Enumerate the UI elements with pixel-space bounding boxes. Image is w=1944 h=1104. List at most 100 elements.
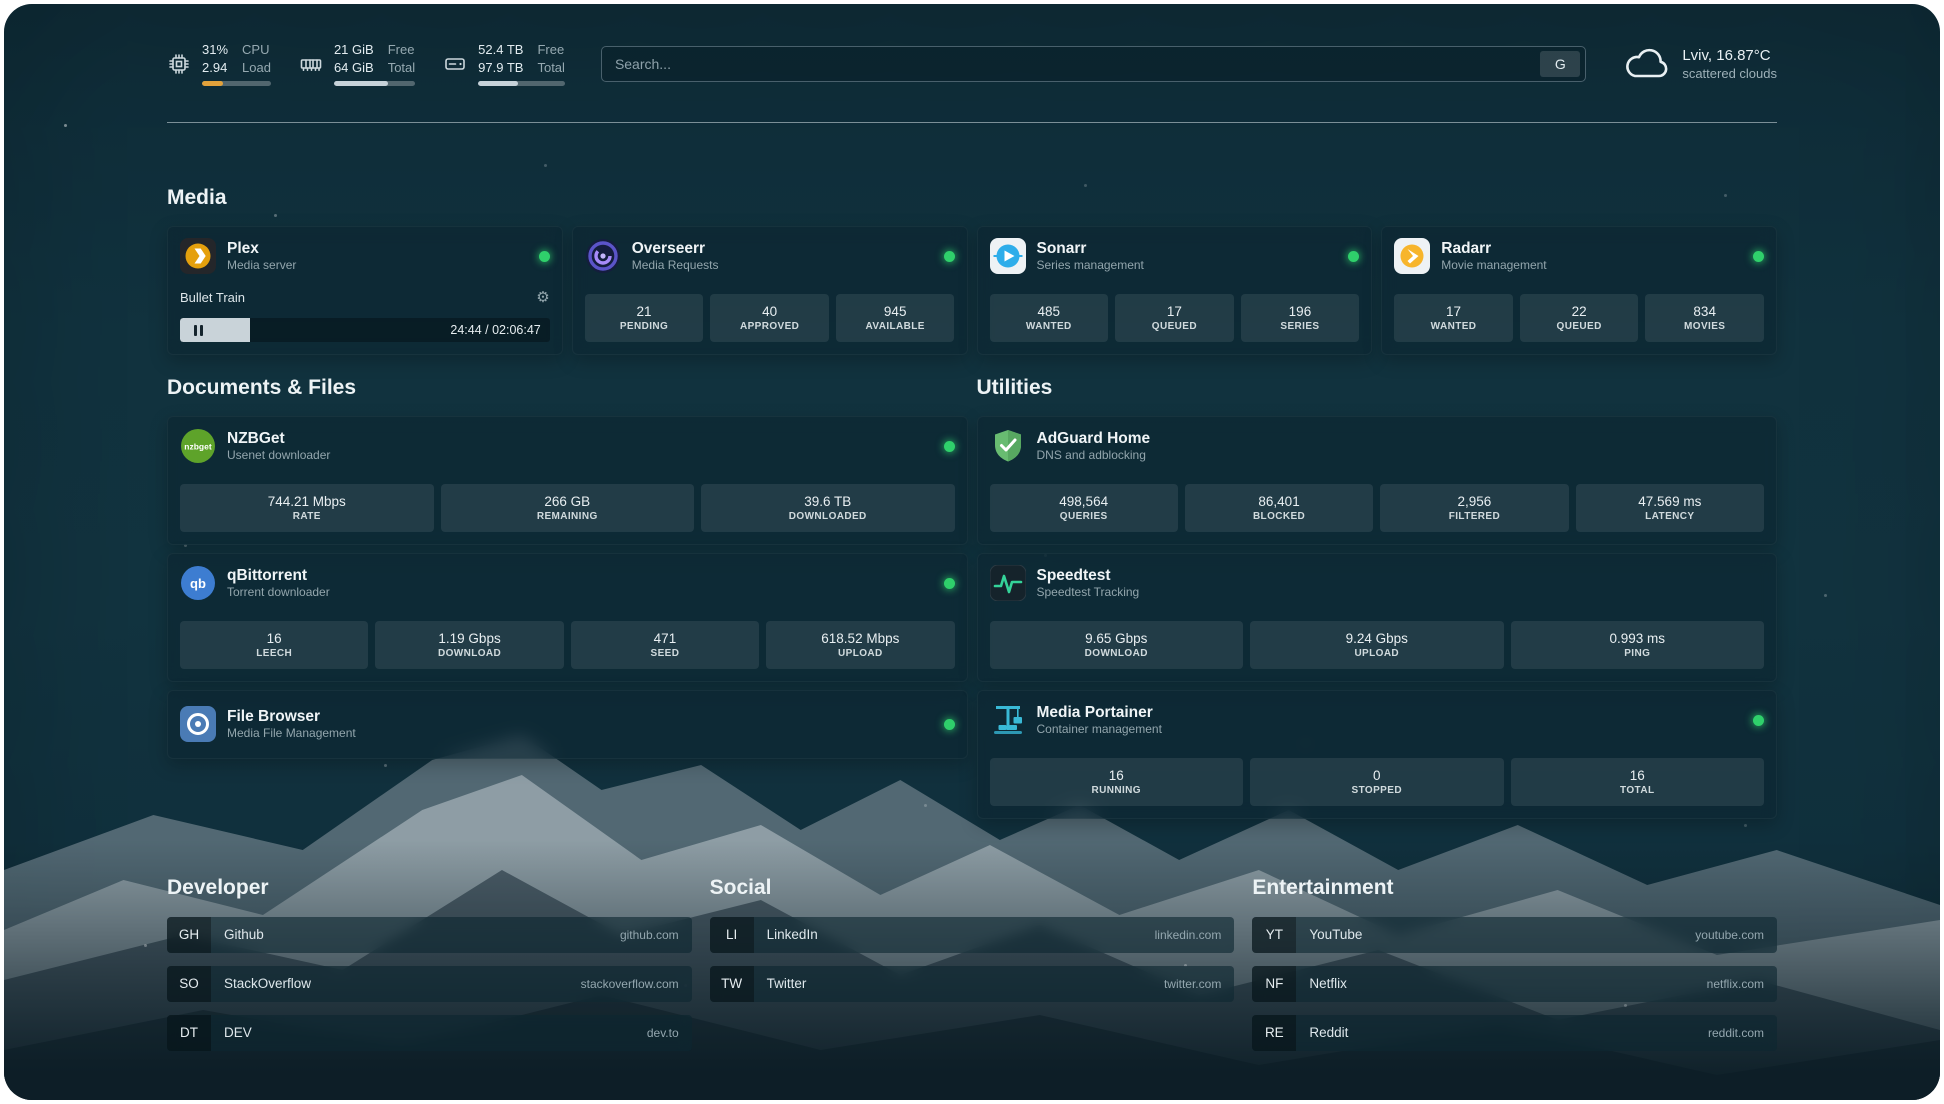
radarr-icon [1394,238,1430,274]
filebrowser-icon [180,706,216,742]
bookmark-item-netflix[interactable]: NF Netflix netflix.com [1252,966,1777,1002]
memory-usage-bar [334,81,415,86]
bookmark-item-youtube[interactable]: YT YouTube youtube.com [1252,917,1777,953]
service-card-qbittorrent[interactable]: qb qBittorrent Torrent downloader 16LEEC… [167,553,968,682]
bookmark-url: twitter.com [1164,977,1221,991]
stat-label: QUEUED [1152,321,1197,332]
stat-label: LEECH [256,648,292,659]
stat-label: QUEUED [1557,321,1602,332]
stat-filtered: 2,956FILTERED [1380,484,1568,532]
service-subtitle: DNS and adblocking [1037,448,1151,464]
bookmark-item-dev[interactable]: DT DEV dev.to [167,1015,692,1051]
service-subtitle: Torrent downloader [227,585,330,601]
service-card-filebrowser[interactable]: File Browser Media File Management [167,690,968,759]
bookmark-item-twitter[interactable]: TW Twitter twitter.com [710,966,1235,1002]
memory-free-value: 21 GiB [334,42,374,59]
playback-progress-bar[interactable]: 24:44 / 02:06:47 [180,318,550,342]
gear-icon[interactable]: ⚙ [536,290,549,305]
disk-free-value: 52.4 TB [478,42,523,59]
stat-queries: 498,564QUERIES [990,484,1178,532]
bookmark-url: stackoverflow.com [581,977,679,991]
stat-running: 16RUNNING [990,758,1244,806]
bookmark-item-stackoverflow[interactable]: SO StackOverflow stackoverflow.com [167,966,692,1002]
section-title-documents: Documents & Files [167,375,968,400]
plex-icon [180,238,216,274]
stat-series: 196SERIES [1241,294,1360,342]
search-box[interactable]: G [601,46,1586,82]
weather-text: Lviv, 16.87°C scattered clouds [1682,47,1777,81]
bookmark-abbr: RE [1252,1015,1296,1051]
cpu-label: CPU [242,42,271,59]
stat-value: 22 [1572,304,1587,319]
overseerr-icon [585,238,621,274]
bookmark-abbr: GH [167,917,211,953]
stat-value: 21 [637,304,652,319]
bookmark-abbr: LI [710,917,754,953]
section-title-entertainment: Entertainment [1252,875,1777,900]
resource-widget-memory: 21 GiB Free 64 GiB Total [299,42,415,87]
service-subtitle: Media Requests [632,258,719,274]
plex-titles: Plex Media server [227,239,296,274]
service-card-sonarr[interactable]: Sonarr Series management 485WANTED 17QUE… [977,226,1373,355]
bookmark-item-github[interactable]: GH Github github.com [167,917,692,953]
disk-total-label: Total [537,60,564,77]
adguard-header: AdGuard Home DNS and adblocking [990,428,1765,464]
service-name: Overseerr [632,239,719,258]
stat-value: 47.569 ms [1638,494,1701,509]
adguard-icon [990,428,1026,464]
service-card-portainer[interactable]: Media Portainer Container management 16R… [977,690,1778,819]
service-name: NZBGet [227,429,330,448]
bookmark-group-social: Social LI LinkedIn linkedin.com TW Twitt… [710,875,1235,1001]
sonarr-icon [990,238,1026,274]
disk-usage-fill [478,81,518,86]
stat-value: 945 [884,304,907,319]
service-card-radarr[interactable]: Radarr Movie management 17WANTED 22QUEUE… [1381,226,1777,355]
stat-label: TOTAL [1620,785,1654,796]
stat-label: UPLOAD [1354,648,1399,659]
service-card-speedtest[interactable]: Speedtest Speedtest Tracking 9.65 GbpsDO… [977,553,1778,682]
media-grid: Plex Media server Bullet Train ⚙ 24:44 /… [167,226,1777,355]
service-card-overseerr[interactable]: Overseerr Media Requests 21PENDING 40APP… [572,226,968,355]
search-input[interactable] [615,56,1540,72]
overseerr-titles: Overseerr Media Requests [632,239,719,274]
bookmark-item-reddit[interactable]: RE Reddit reddit.com [1252,1015,1777,1051]
stat-value: 17 [1446,304,1461,319]
pause-button[interactable] [189,323,207,337]
memory-usage-fill [334,81,388,86]
adguard-stats: 498,564QUERIES 86,401BLOCKED 2,956FILTER… [990,484,1765,532]
stat-label: REMAINING [537,511,598,522]
service-name: Radarr [1441,239,1546,258]
cpu-icon [167,52,191,76]
plex-header: Plex Media server [180,238,550,274]
overseerr-header: Overseerr Media Requests [585,238,955,274]
bookmark-name: Reddit [1309,1025,1348,1040]
stat-value: 9.65 Gbps [1085,631,1147,646]
radarr-titles: Radarr Movie management [1441,239,1546,274]
stat-value: 744.21 Mbps [268,494,346,509]
stat-label: SEED [651,648,680,659]
bookmarks-section: Developer GH Github github.com SO StackO… [167,875,1777,1050]
bookmark-name: Netflix [1309,976,1347,991]
stat-label: AVAILABLE [866,321,925,332]
stat-download: 1.19 GbpsDOWNLOAD [375,621,563,669]
status-dot [944,251,955,262]
weather-condition: scattered clouds [1682,66,1777,81]
playback-time: 24:44 / 02:06:47 [450,323,540,337]
disk-free-label: Free [537,42,564,59]
stat-label: RATE [293,511,321,522]
stat-value: 17 [1167,304,1182,319]
middle-columns: Documents & Files nzbget NZBGet Usenet d… [167,375,1777,819]
bookmark-url: youtube.com [1695,928,1764,942]
qbittorrent-header: qb qBittorrent Torrent downloader [180,565,955,601]
stat-label: MOVIES [1684,321,1725,332]
bookmark-name: YouTube [1309,927,1362,942]
search-provider-button[interactable]: G [1540,51,1580,77]
bookmark-abbr: YT [1252,917,1296,953]
service-name: qBittorrent [227,566,330,585]
service-card-plex[interactable]: Plex Media server Bullet Train ⚙ 24:44 /… [167,226,563,355]
service-card-adguard[interactable]: AdGuard Home DNS and adblocking 498,564Q… [977,416,1778,545]
memory-icon [299,52,323,76]
service-card-nzbget[interactable]: nzbget NZBGet Usenet downloader 744.21 M… [167,416,968,545]
bookmark-item-linkedin[interactable]: LI LinkedIn linkedin.com [710,917,1235,953]
speedtest-header: Speedtest Speedtest Tracking [990,565,1765,601]
